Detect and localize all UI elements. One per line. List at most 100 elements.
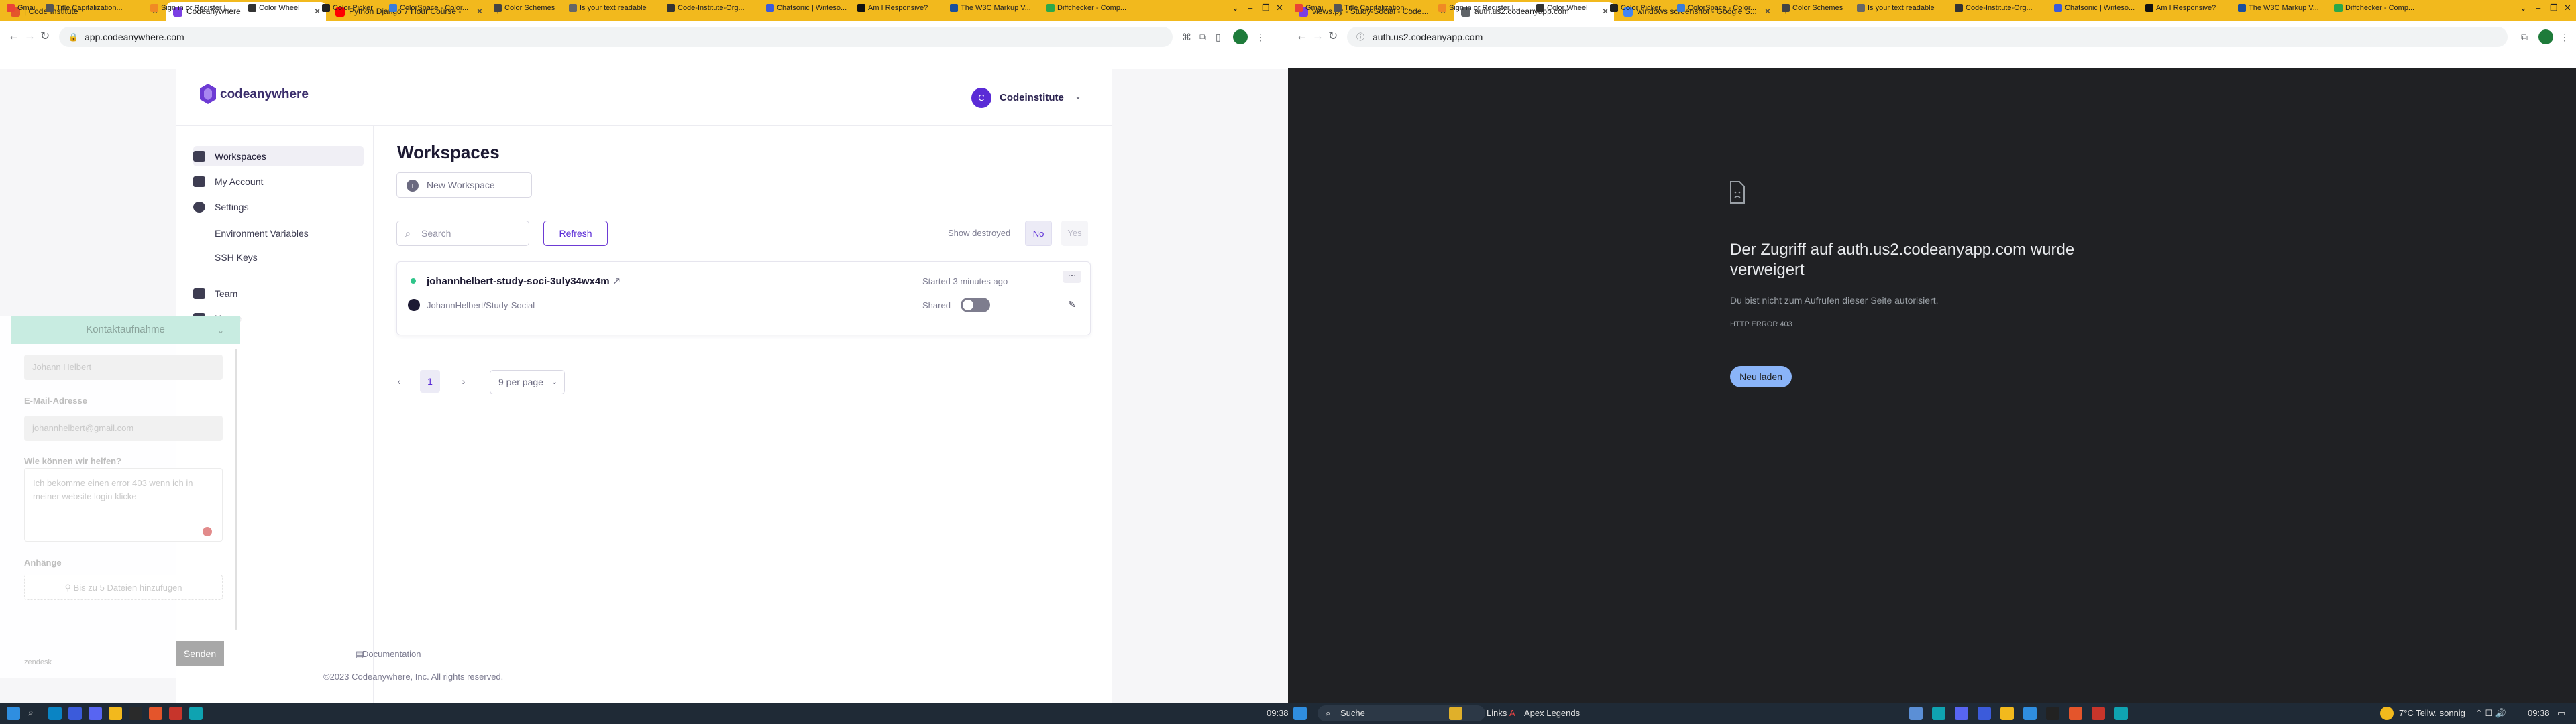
- sidebar-item-ssh-keys[interactable]: SSH Keys: [215, 252, 258, 263]
- close-tab-icon[interactable]: ✕: [1764, 2, 1771, 21]
- sidebar-item-environment-variables[interactable]: Environment Variables: [215, 228, 309, 239]
- back-icon[interactable]: ←: [1296, 29, 1307, 43]
- app-icon[interactable]: [189, 707, 203, 720]
- explorer-icon[interactable]: [2023, 707, 2037, 720]
- address-bar[interactable]: 🔒 app.codeanywhere.com: [59, 27, 1173, 47]
- minimize-button[interactable]: –: [1248, 3, 1252, 13]
- user-avatar[interactable]: C: [971, 88, 991, 108]
- bookmark-item[interactable]: Gmail: [1295, 3, 1325, 13]
- shared-toggle[interactable]: [961, 298, 990, 312]
- bookmark-item[interactable]: The W3C Markup V...: [950, 3, 1031, 13]
- sidebar-item-my-account[interactable]: My Account: [193, 172, 364, 192]
- attachments-dropzone[interactable]: ⚲ Bis zu 5 Dateien hinzufügen: [24, 575, 223, 600]
- external-link-icon[interactable]: ↗: [612, 276, 621, 287]
- message-field[interactable]: Ich bekomme einen error 403 wenn ich in …: [24, 468, 223, 542]
- next-page-button[interactable]: ›: [459, 370, 468, 393]
- tray-icons[interactable]: ⌃ ☐ 🔊: [2475, 708, 2506, 719]
- vscode-icon[interactable]: [48, 707, 62, 720]
- more-options-icon[interactable]: ⋯: [1063, 271, 1081, 283]
- sidebar-icon[interactable]: ▯: [1216, 29, 1221, 44]
- minimize-widget-icon[interactable]: ⌄: [217, 326, 224, 335]
- links-label[interactable]: Links: [1487, 708, 1507, 718]
- back-icon[interactable]: ←: [8, 29, 19, 43]
- search-icon[interactable]: ⌕: [28, 707, 42, 720]
- notification-icon[interactable]: ▭: [2557, 708, 2565, 719]
- bookmark-item[interactable]: Color Picker: [1610, 3, 1661, 13]
- close-tab-icon[interactable]: ✕: [314, 2, 321, 21]
- chevron-down-icon[interactable]: ⌄: [1075, 91, 1081, 101]
- app-icon[interactable]: [2114, 707, 2128, 720]
- reload-button[interactable]: Neu laden: [1730, 366, 1792, 387]
- documentation-link[interactable]: Documentation: [362, 649, 421, 659]
- bookmark-item[interactable]: Am I Responsive?: [857, 3, 928, 13]
- bookmark-item[interactable]: Color Wheel: [248, 3, 300, 13]
- app-icon[interactable]: [2092, 707, 2105, 720]
- translate-icon[interactable]: ⌘: [1182, 29, 1191, 44]
- page-1-button[interactable]: 1: [420, 370, 440, 393]
- show-destroyed-no[interactable]: No: [1025, 221, 1052, 246]
- close-tab-icon[interactable]: ✕: [476, 2, 483, 21]
- bookmark-item[interactable]: Is your text readable: [569, 3, 647, 13]
- menu-icon[interactable]: ⋮: [1256, 29, 1265, 44]
- bookmark-item[interactable]: Diffchecker - Comp...: [2334, 3, 2414, 13]
- app-icon[interactable]: [1909, 707, 1923, 720]
- bookmark-item[interactable]: Sign in or Register |...: [150, 3, 232, 13]
- bookmark-item[interactable]: Diffchecker - Comp...: [1046, 3, 1126, 13]
- maximize-button[interactable]: ❐: [1262, 3, 1270, 13]
- bookmark-item[interactable]: Code-Institute-Org...: [1955, 3, 2033, 13]
- name-field[interactable]: Johann Helbert: [24, 355, 223, 380]
- email-field[interactable]: johannhelbert@gmail.com: [24, 416, 223, 441]
- windows-start-icon[interactable]: [7, 707, 20, 720]
- bookmark-item[interactable]: Title Capitalization...: [46, 3, 123, 13]
- terminal-icon[interactable]: [2046, 707, 2059, 720]
- reload-icon[interactable]: ↻: [1328, 29, 1338, 43]
- prev-page-button[interactable]: ‹: [394, 370, 404, 393]
- bookmark-item[interactable]: Gmail: [7, 3, 37, 13]
- extensions-icon[interactable]: ⧉: [2521, 29, 2528, 44]
- app-icon[interactable]: [68, 707, 82, 720]
- game-icon[interactable]: [2069, 707, 2082, 720]
- app-icon[interactable]: [1978, 707, 1991, 720]
- menu-icon[interactable]: ⋮: [2560, 29, 2569, 44]
- bookmark-item[interactable]: Am I Responsive?: [2145, 3, 2216, 13]
- workspace-name[interactable]: johannhelbert-study-soci-3uly34wx4m ↗: [427, 275, 621, 287]
- sidebar-item-settings[interactable]: Settings: [193, 197, 364, 217]
- bookmark-item[interactable]: Sign in or Register |...: [1438, 3, 1520, 13]
- widget-scrollbar[interactable]: [235, 349, 237, 630]
- bookmark-item[interactable]: Color Wheel: [1536, 3, 1588, 13]
- per-page-select[interactable]: 9 per page ⌄: [490, 370, 565, 394]
- bookmark-item[interactable]: The W3C Markup V...: [2238, 3, 2319, 13]
- address-bar[interactable]: ⓘ auth.us2.codeanyapp.com: [1347, 27, 2508, 47]
- forward-icon[interactable]: →: [1312, 29, 1324, 43]
- new-workspace-button[interactable]: + New Workspace: [396, 172, 532, 198]
- bookmark-item[interactable]: Title Capitalization...: [1334, 3, 1411, 13]
- bookmark-item[interactable]: ColorSpace - Color...: [389, 3, 468, 13]
- bookmark-item[interactable]: Color Schemes: [494, 3, 555, 13]
- bookmark-item[interactable]: Chatsonic | Writeso...: [766, 3, 847, 13]
- close-window-button[interactable]: ✕: [1276, 3, 1283, 13]
- app-icon[interactable]: [1932, 707, 1945, 720]
- app-icon[interactable]: [169, 707, 182, 720]
- minimize-button[interactable]: –: [2536, 3, 2540, 13]
- bookmark-item[interactable]: Code-Institute-Org...: [667, 3, 745, 13]
- extensions-icon[interactable]: ⧉: [1199, 29, 1206, 44]
- tab-search-icon[interactable]: ⌄: [1232, 3, 1239, 13]
- chrome-icon[interactable]: [109, 707, 122, 720]
- apex-label[interactable]: Apex Legends: [1524, 708, 1580, 718]
- sidebar-item-workspaces[interactable]: Workspaces: [193, 146, 364, 166]
- forward-icon[interactable]: →: [24, 29, 36, 43]
- user-name[interactable]: Codeinstitute: [1000, 92, 1064, 103]
- bookmark-item[interactable]: Color Schemes: [1782, 3, 1843, 13]
- search-input[interactable]: ⌕ Search: [396, 221, 529, 246]
- sidebar-item-team[interactable]: Team: [193, 284, 364, 304]
- show-destroyed-yes[interactable]: Yes: [1061, 221, 1088, 246]
- chrome-icon[interactable]: [2000, 707, 2014, 720]
- close-tab-icon[interactable]: ✕: [1602, 2, 1609, 21]
- weather-text[interactable]: 7°C Teilw. sonnig: [2399, 708, 2465, 718]
- reload-icon[interactable]: ↻: [40, 29, 50, 43]
- profile-avatar[interactable]: [1233, 29, 1248, 44]
- send-button[interactable]: Senden: [176, 641, 224, 666]
- close-window-button[interactable]: ✕: [2564, 3, 2571, 13]
- profile-avatar[interactable]: [2538, 29, 2553, 44]
- refresh-button[interactable]: Refresh: [543, 221, 608, 246]
